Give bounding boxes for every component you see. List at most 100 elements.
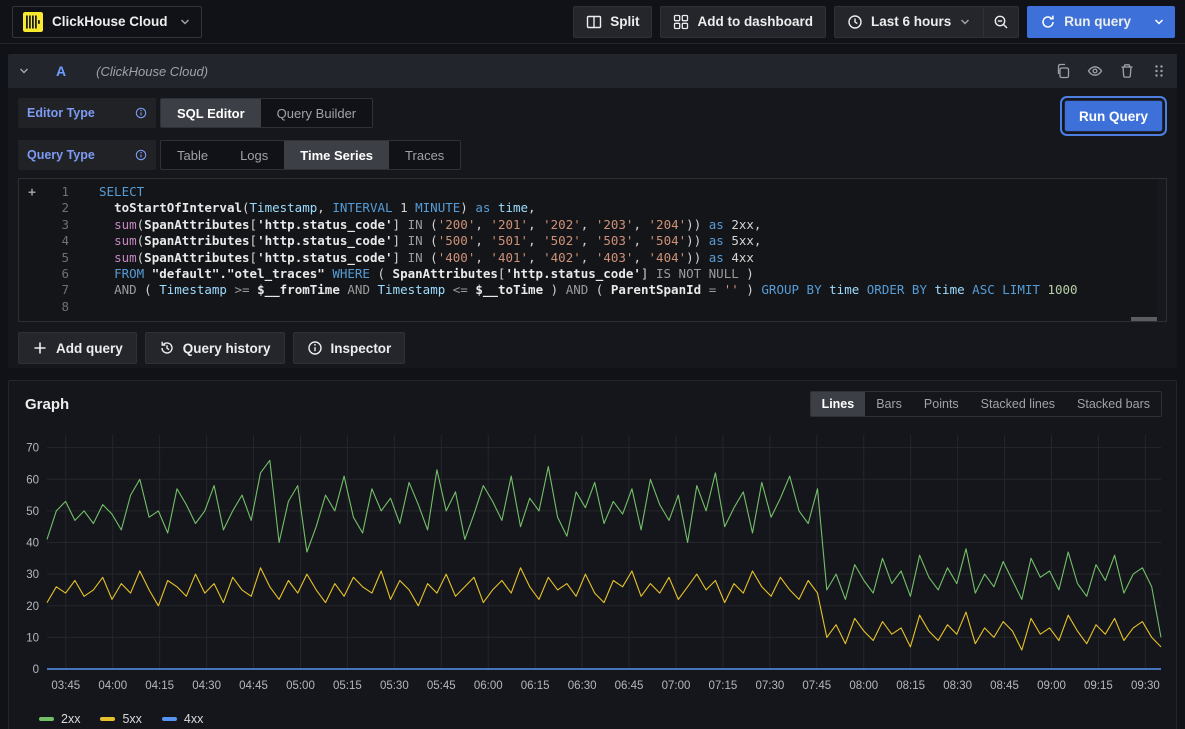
clickhouse-logo-icon: [23, 12, 43, 32]
sql-code-editor[interactable]: +1SELECT2 toStartOfInterval(Timestamp, I…: [18, 178, 1167, 322]
legend-label: 4xx: [184, 712, 203, 726]
gutter-spacer: [19, 233, 45, 249]
zoom-out-time-button[interactable]: [984, 6, 1019, 38]
code-line-1[interactable]: +1SELECT: [19, 184, 1166, 200]
x-axis-label: 06:45: [615, 680, 644, 692]
gutter-spacer: [19, 266, 45, 282]
button-label: Inspector: [331, 341, 392, 356]
query-type-option-traces[interactable]: Traces: [389, 141, 460, 169]
code-line-7[interactable]: 7 AND ( Timestamp >= $__fromTime AND Tim…: [19, 282, 1166, 298]
x-axis-label: 07:30: [755, 680, 784, 692]
gutter-spacer: [19, 250, 45, 266]
history-icon: [159, 340, 175, 356]
clock-icon: [847, 14, 863, 30]
x-axis-label: 07:15: [709, 680, 738, 692]
x-axis-label: 07:45: [802, 680, 831, 692]
legend-item-5xx[interactable]: 5xx: [100, 712, 141, 726]
y-axis-label: 40: [26, 538, 39, 550]
line-number: 4: [45, 233, 69, 249]
legend-label: 2xx: [61, 712, 80, 726]
graph-style-toggle: LinesBarsPointsStacked linesStacked bars: [810, 391, 1162, 417]
editor-type-toggle: SQL EditorQuery Builder: [160, 98, 373, 128]
series-line-2xx[interactable]: [47, 461, 1161, 638]
query-type-toggle: TableLogsTime SeriesTraces: [160, 140, 461, 170]
legend-swatch-icon: [162, 717, 177, 721]
graph-style-option-stacked-lines[interactable]: Stacked lines: [970, 392, 1066, 416]
query-type-label: Query Type: [18, 140, 156, 170]
code-line-3[interactable]: 3 sum(SpanAttributes['http.status_code']…: [19, 217, 1166, 233]
line-number: 2: [45, 200, 69, 216]
query-type-option-table[interactable]: Table: [161, 141, 224, 169]
y-axis-label: 20: [26, 601, 39, 613]
query-type-option-time-series[interactable]: Time Series: [284, 141, 389, 169]
y-axis-label: 10: [26, 633, 39, 645]
button-label: Add query: [56, 341, 123, 356]
apps-grid-icon: [673, 14, 689, 30]
x-axis-label: 08:15: [896, 680, 925, 692]
query-type-option-logs[interactable]: Logs: [224, 141, 284, 169]
info-circle-icon: [307, 340, 323, 356]
run-query-inline-button[interactable]: Run Query: [1064, 100, 1163, 132]
query-row-header[interactable]: A (ClickHouse Cloud): [8, 54, 1177, 88]
code-line-5[interactable]: 5 sum(SpanAttributes['http.status_code']…: [19, 250, 1166, 266]
run-query-interval-dropdown[interactable]: [1144, 6, 1175, 38]
hide-response-eye-icon[interactable]: [1087, 63, 1103, 79]
add-line-icon[interactable]: +: [19, 184, 45, 200]
graph-style-option-lines[interactable]: Lines: [811, 392, 866, 416]
legend-item-4xx[interactable]: 4xx: [162, 712, 203, 726]
editor-type-option-query-builder[interactable]: Query Builder: [261, 99, 372, 127]
inspector-button[interactable]: Inspector: [293, 332, 406, 364]
y-axis-label: 30: [26, 569, 39, 581]
split-icon: [586, 14, 602, 30]
datasource-picker[interactable]: ClickHouse Cloud: [12, 6, 202, 38]
editor-type-option-sql-editor[interactable]: SQL Editor: [161, 99, 261, 127]
graph-style-option-points[interactable]: Points: [913, 392, 970, 416]
x-axis-label: 08:00: [849, 680, 878, 692]
add-to-dashboard-button[interactable]: Add to dashboard: [660, 6, 826, 38]
remove-query-trash-icon[interactable]: [1119, 63, 1135, 79]
editor-scrollbar-track[interactable]: [1157, 179, 1166, 321]
time-series-chart[interactable]: 01020304050607003:4504:0004:1504:3004:45…: [13, 421, 1168, 705]
x-axis-label: 03:45: [51, 680, 80, 692]
add-query-button[interactable]: Add query: [18, 332, 137, 364]
line-number: 3: [45, 217, 69, 233]
line-number: 7: [45, 282, 69, 298]
graph-panel-title: Graph: [25, 396, 69, 413]
code-line-8[interactable]: 8: [19, 299, 1166, 315]
x-axis-label: 06:15: [521, 680, 550, 692]
legend-swatch-icon: [39, 717, 54, 721]
legend-item-2xx[interactable]: 2xx: [39, 712, 80, 726]
time-range-picker[interactable]: Last 6 hours: [834, 6, 984, 38]
chevron-down-icon: [959, 16, 971, 28]
run-query-button[interactable]: Run query: [1027, 6, 1144, 38]
x-axis-label: 06:00: [474, 680, 503, 692]
x-axis-label: 08:45: [990, 680, 1019, 692]
gutter-spacer: [19, 200, 45, 216]
run-query-label: Run query: [1064, 14, 1131, 29]
query-footer-buttons: Add query Query history Inspector: [18, 322, 1167, 366]
editor-scrollbar-thumb[interactable]: [1131, 317, 1157, 321]
code-line-2[interactable]: 2 toStartOfInterval(Timestamp, INTERVAL …: [19, 200, 1166, 216]
x-axis-label: 08:30: [943, 680, 972, 692]
sync-icon: [1040, 14, 1056, 30]
duplicate-query-icon[interactable]: [1055, 63, 1071, 79]
drag-handle-icon[interactable]: [1151, 63, 1167, 79]
collapse-chevron-icon[interactable]: [18, 65, 30, 77]
line-number: 8: [45, 299, 69, 315]
query-ref-id[interactable]: A: [56, 63, 66, 79]
split-button[interactable]: Split: [573, 6, 652, 38]
query-history-button[interactable]: Query history: [145, 332, 285, 364]
code-line-6[interactable]: 6 FROM "default"."otel_traces" WHERE ( S…: [19, 266, 1166, 282]
y-axis-label: 70: [26, 443, 39, 455]
info-circle-icon[interactable]: [135, 149, 147, 161]
chevron-down-icon: [179, 16, 191, 28]
x-axis-label: 05:30: [380, 680, 409, 692]
code-line-4[interactable]: 4 sum(SpanAttributes['http.status_code']…: [19, 233, 1166, 249]
info-circle-icon[interactable]: [135, 107, 147, 119]
x-axis-label: 05:45: [427, 680, 456, 692]
graph-style-option-stacked-bars[interactable]: Stacked bars: [1066, 392, 1161, 416]
gutter-spacer: [19, 299, 45, 315]
graph-style-option-bars[interactable]: Bars: [865, 392, 913, 416]
split-label: Split: [610, 14, 639, 29]
x-axis-label: 05:00: [286, 680, 315, 692]
